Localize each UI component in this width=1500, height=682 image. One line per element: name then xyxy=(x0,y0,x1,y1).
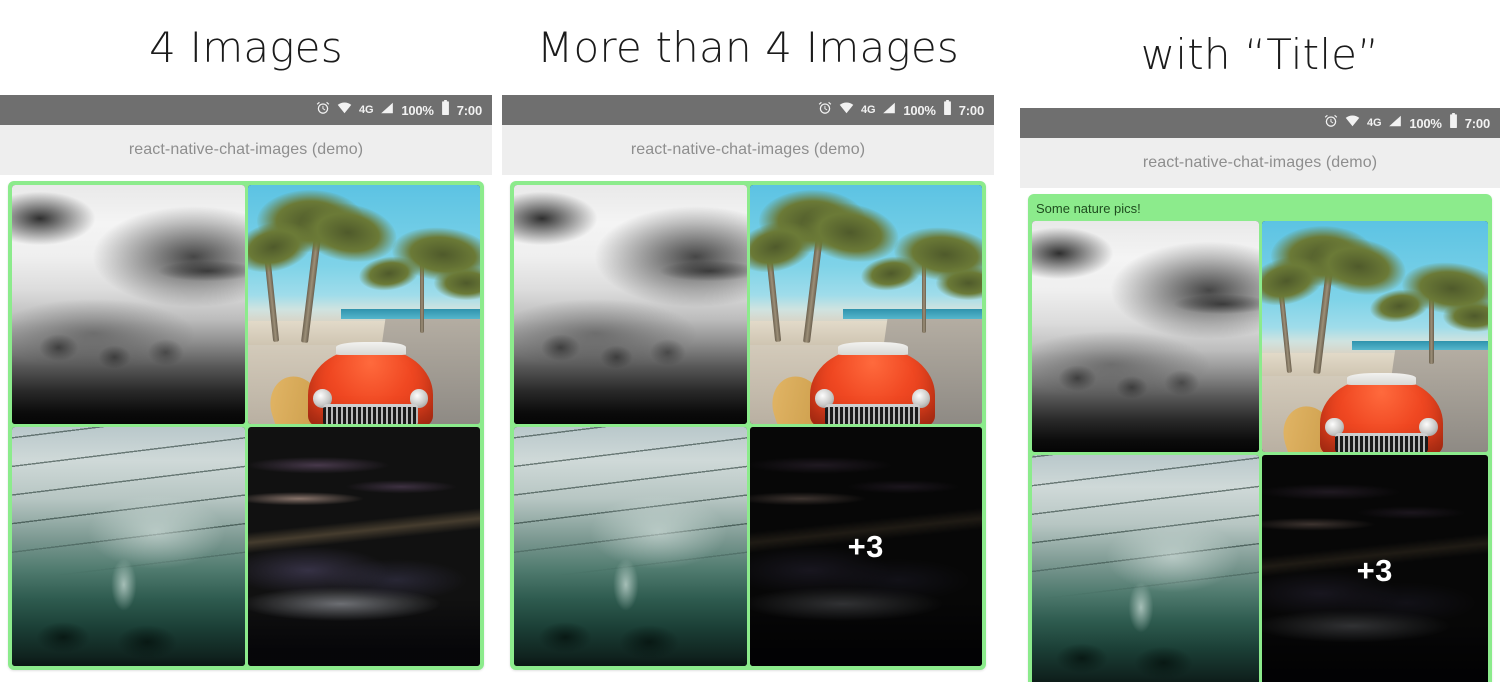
alarm-clock-icon xyxy=(316,101,330,120)
status-bar: 4G 100% 7:00 xyxy=(0,95,492,125)
image-grid xyxy=(12,185,480,666)
panel-more-than-4-images: More than 4 Images 4G 100% 7:00 react-na… xyxy=(502,0,994,682)
chat-surface: Some nature pics! +3 xyxy=(1020,188,1500,682)
comparison-board: 4 Images 4G 100% 7:00 react-native-chat-… xyxy=(0,0,1500,682)
network-type-label: 4G xyxy=(359,103,374,116)
image-message-bubble[interactable]: Some nature pics! +3 xyxy=(1028,194,1492,682)
app-bar-title: react-native-chat-images (demo) xyxy=(630,141,866,158)
battery-full-icon xyxy=(441,100,450,120)
battery-percent-label: 100% xyxy=(401,102,434,118)
clock-label: 7:00 xyxy=(456,102,482,118)
image-tile-green-valley[interactable] xyxy=(514,427,747,666)
image-grid: +3 xyxy=(514,185,982,666)
app-bar: react-native-chat-images (demo) xyxy=(502,125,994,175)
battery-full-icon xyxy=(943,100,952,120)
phone-screen: 4G 100% 7:00 react-native-chat-images (d… xyxy=(0,95,492,670)
app-bar-title: react-native-chat-images (demo) xyxy=(1142,154,1378,171)
status-bar: 4G 100% 7:00 xyxy=(502,95,994,125)
panel-heading: 4 Images xyxy=(149,23,343,72)
wifi-icon xyxy=(839,101,854,120)
overflow-count-badge[interactable]: +3 xyxy=(1261,455,1488,682)
chat-surface: +3 xyxy=(502,175,994,670)
image-tile-misty-mountain[interactable] xyxy=(514,185,747,424)
signal-bars-icon xyxy=(882,101,896,120)
signal-bars-icon xyxy=(1388,114,1402,133)
battery-percent-label: 100% xyxy=(1409,115,1442,131)
wifi-icon xyxy=(337,101,352,120)
battery-full-icon xyxy=(1449,113,1458,133)
panel-with-title: with “Title” 4G 100% 7:00 react-native-c… xyxy=(1020,0,1500,682)
image-tile-sunset-mountains-overflow[interactable]: +3 xyxy=(1261,455,1488,682)
image-tile-palm-beach-car[interactable] xyxy=(247,185,480,424)
clock-label: 7:00 xyxy=(958,102,984,118)
alarm-clock-icon xyxy=(1324,114,1338,133)
app-bar: react-native-chat-images (demo) xyxy=(1020,138,1500,188)
network-type-label: 4G xyxy=(861,103,876,116)
image-message-bubble[interactable]: +3 xyxy=(510,181,986,670)
status-bar: 4G 100% 7:00 xyxy=(1020,108,1500,138)
panel-heading: with “Title” xyxy=(1140,29,1380,79)
image-tile-palm-beach-car[interactable] xyxy=(749,185,982,424)
image-tile-sunset-mountains[interactable] xyxy=(247,427,480,666)
overflow-count-badge[interactable]: +3 xyxy=(749,427,982,666)
image-tile-green-valley[interactable] xyxy=(1032,455,1259,682)
bubble-title: Some nature pics! xyxy=(1036,201,1141,216)
signal-bars-icon xyxy=(380,101,394,120)
image-tile-sunset-mountains-overflow[interactable]: +3 xyxy=(749,427,982,666)
network-type-label: 4G xyxy=(1367,116,1382,129)
chat-surface xyxy=(0,175,492,670)
image-tile-palm-beach-car[interactable] xyxy=(1261,221,1488,452)
image-tile-misty-mountain[interactable] xyxy=(12,185,245,424)
image-grid: +3 xyxy=(1032,221,1488,682)
app-bar-title: react-native-chat-images (demo) xyxy=(128,141,364,158)
panel-heading: More than 4 Images xyxy=(537,23,959,72)
app-bar: react-native-chat-images (demo) xyxy=(0,125,492,175)
alarm-clock-icon xyxy=(818,101,832,120)
image-tile-misty-mountain[interactable] xyxy=(1032,221,1259,452)
phone-screen: 4G 100% 7:00 react-native-chat-images (d… xyxy=(1020,108,1500,682)
wifi-icon xyxy=(1345,114,1360,133)
phone-screen: 4G 100% 7:00 react-native-chat-images (d… xyxy=(502,95,994,670)
clock-label: 7:00 xyxy=(1464,115,1490,131)
image-message-bubble[interactable] xyxy=(8,181,484,670)
panel-4-images: 4 Images 4G 100% 7:00 react-native-chat-… xyxy=(0,0,492,682)
image-tile-green-valley[interactable] xyxy=(12,427,245,666)
battery-percent-label: 100% xyxy=(903,102,936,118)
